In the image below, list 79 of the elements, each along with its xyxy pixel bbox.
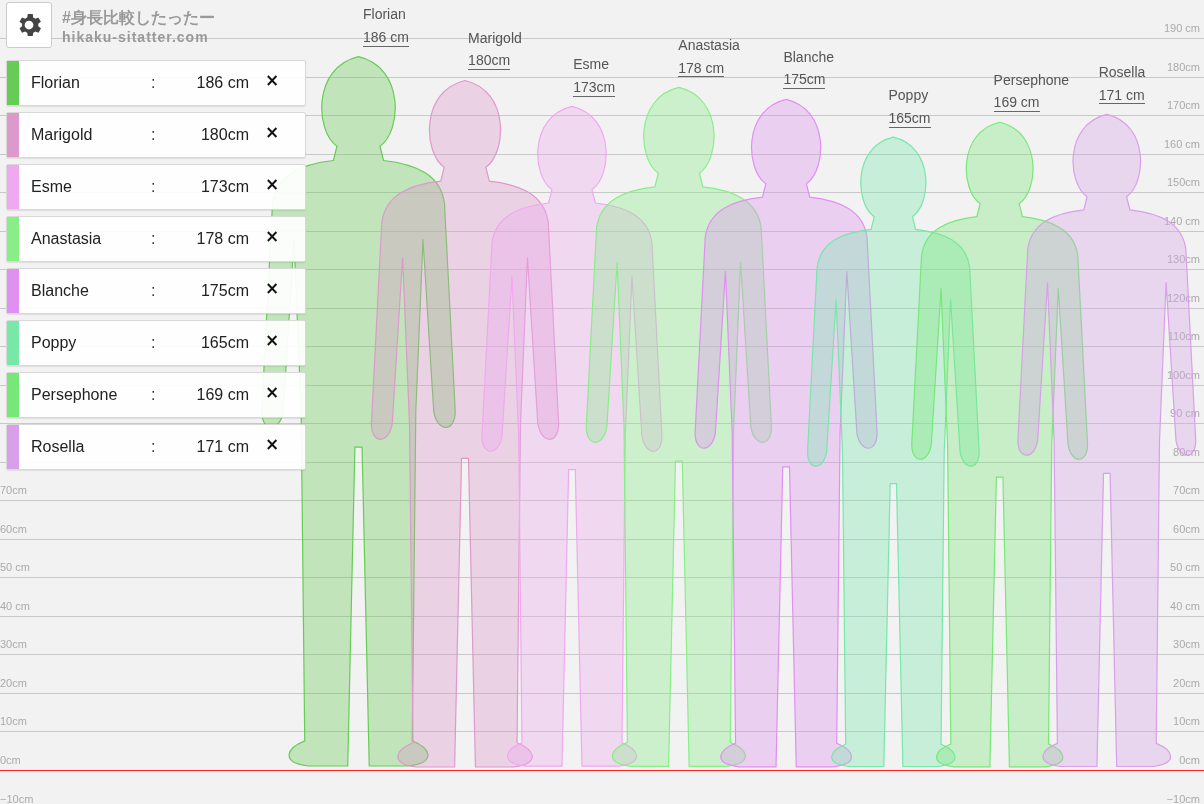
ruler-label: 170cm xyxy=(1166,99,1200,112)
person-name: Florian xyxy=(31,74,81,92)
separator: : xyxy=(151,126,157,144)
figure-height: 165cm xyxy=(888,109,931,128)
ruler-label: 40 cm xyxy=(1170,599,1200,612)
remove-button[interactable]: × xyxy=(261,122,284,142)
separator: : xyxy=(151,334,157,352)
ruler-label: 30cm xyxy=(1173,638,1200,651)
ruler-label: 80cm xyxy=(1173,445,1200,458)
remove-button[interactable]: × xyxy=(261,330,284,350)
figure-height: 186 cm xyxy=(363,28,409,47)
separator: : xyxy=(151,282,157,300)
ruler-label: 40 cm xyxy=(0,599,30,612)
remove-button[interactable]: × xyxy=(261,278,284,298)
ruler-label: 50 cm xyxy=(0,561,30,574)
ruler-label: 190 cm xyxy=(1163,22,1200,34)
separator: : xyxy=(151,178,157,196)
separator: : xyxy=(151,386,157,404)
person-height: 180cm xyxy=(199,126,249,144)
ruler-label: 10cm xyxy=(1173,715,1200,728)
remove-button[interactable]: × xyxy=(261,226,284,246)
figure-name: Marigold xyxy=(468,29,522,46)
ruler-label: 10cm xyxy=(0,715,27,728)
ruler-label: 20cm xyxy=(1173,676,1200,689)
person-name: Marigold xyxy=(31,126,94,144)
logo-site: hikaku-sitatter.com xyxy=(62,29,210,45)
person-name: Blanche xyxy=(31,282,90,300)
person-height: 186 cm xyxy=(195,74,249,92)
ruler-label: 160 cm xyxy=(1163,137,1200,150)
figure-name: Persephone xyxy=(993,71,1070,88)
figure-name: Anastasia xyxy=(678,37,740,54)
figure-name: Blanche xyxy=(783,48,834,65)
person-name: Anastasia xyxy=(31,230,103,248)
person-height: 165cm xyxy=(199,334,249,352)
ruler-label: 50 cm xyxy=(1170,561,1200,574)
figure-height: 169 cm xyxy=(993,94,1040,113)
separator: : xyxy=(151,438,157,456)
separator: : xyxy=(151,74,157,92)
ruler-label: 0cm xyxy=(1179,754,1200,766)
figure-height: 180cm xyxy=(468,51,511,70)
person-height: 169 cm xyxy=(195,386,249,404)
figure-height: 175cm xyxy=(783,71,826,89)
logo-title: #身長比較したったー xyxy=(62,8,215,28)
ruler-label: −10cm xyxy=(1166,792,1200,804)
ruler-label: 180cm xyxy=(1166,60,1200,73)
figure-name: Poppy xyxy=(888,87,929,104)
ruler-label: 60cm xyxy=(0,522,27,535)
remove-button[interactable]: × xyxy=(261,174,284,194)
ruler-label: 120cm xyxy=(1166,291,1200,304)
person-name: Rosella xyxy=(31,438,86,456)
figure-name: Florian xyxy=(363,6,406,23)
separator: : xyxy=(151,230,157,248)
ruler-label: 150cm xyxy=(1166,176,1200,189)
figure-name: Esme xyxy=(573,56,609,73)
remove-button[interactable]: × xyxy=(261,434,284,454)
figure-height: 171 cm xyxy=(1098,86,1145,105)
ruler-label: 0cm xyxy=(0,754,21,766)
ruler-label: 70cm xyxy=(0,484,27,497)
ruler-label: 110cm xyxy=(1167,330,1200,343)
person-height: 171 cm xyxy=(195,438,249,456)
ruler-label: 20cm xyxy=(0,676,27,689)
figure-height: 173cm xyxy=(573,78,616,97)
person-name: Persephone xyxy=(31,386,119,404)
ruler-label: 70cm xyxy=(1173,484,1200,497)
figure-height: 178 cm xyxy=(678,59,725,78)
ruler-label: 140 cm xyxy=(1163,214,1200,227)
ruler-label: −10cm xyxy=(0,792,34,804)
ruler-label: 30cm xyxy=(0,638,27,651)
person-height: 178 cm xyxy=(195,230,249,248)
ruler-label: 100cm xyxy=(1166,368,1200,381)
remove-button[interactable]: × xyxy=(261,382,284,402)
person-height: 175cm xyxy=(199,282,249,300)
person-name: Esme xyxy=(31,178,73,196)
person-name: Poppy xyxy=(31,334,78,352)
figure-name: Rosella xyxy=(1098,64,1146,81)
settings-button[interactable] xyxy=(6,2,52,48)
remove-button[interactable]: × xyxy=(261,70,284,90)
person-height: 173cm xyxy=(199,178,249,196)
ruler-label: 60cm xyxy=(1173,522,1200,535)
